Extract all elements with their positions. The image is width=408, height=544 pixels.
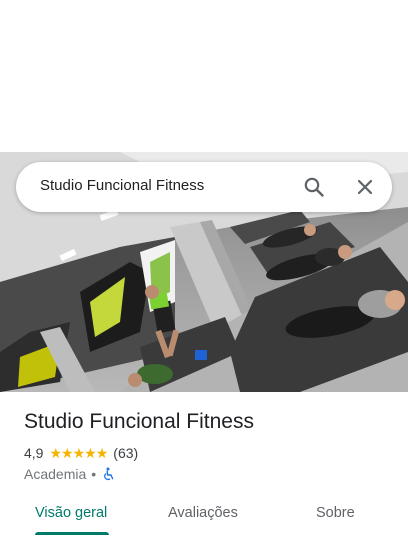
star-rating: ★ ★ ★ ★ ★ [49, 445, 109, 461]
star-icon: ★ [95, 445, 109, 461]
map-area-blank [0, 0, 408, 152]
star-icon: ★ [84, 445, 97, 461]
search-bar[interactable]: Studio Funcional Fitness [16, 162, 392, 212]
place-tabs: Visão geral Avaliações Sobre [0, 496, 408, 544]
tab-about[interactable]: Sobre [316, 496, 355, 536]
place-title: Studio Funcional Fitness [24, 410, 254, 433]
search-query[interactable]: Studio Funcional Fitness [40, 177, 204, 194]
star-icon: ★ [61, 445, 74, 461]
place-category[interactable]: Academia [24, 466, 86, 482]
close-icon[interactable] [353, 175, 377, 199]
separator: • [91, 466, 97, 482]
tab-overview[interactable]: Visão geral [35, 496, 107, 536]
star-icon: ★ [72, 445, 86, 461]
tab-reviews[interactable]: Avaliações [168, 496, 238, 536]
rating-row[interactable]: 4,9 ★ ★ ★ ★ ★ (63) [24, 444, 138, 462]
category-row: Academia • [24, 465, 115, 483]
search-icon[interactable] [302, 175, 326, 199]
star-icon: ★ [49, 445, 62, 461]
review-count[interactable]: (63) [113, 445, 138, 461]
rating-value: 4,9 [24, 445, 44, 461]
active-tab-indicator [35, 532, 109, 535]
wheelchair-accessible-icon [101, 467, 115, 481]
